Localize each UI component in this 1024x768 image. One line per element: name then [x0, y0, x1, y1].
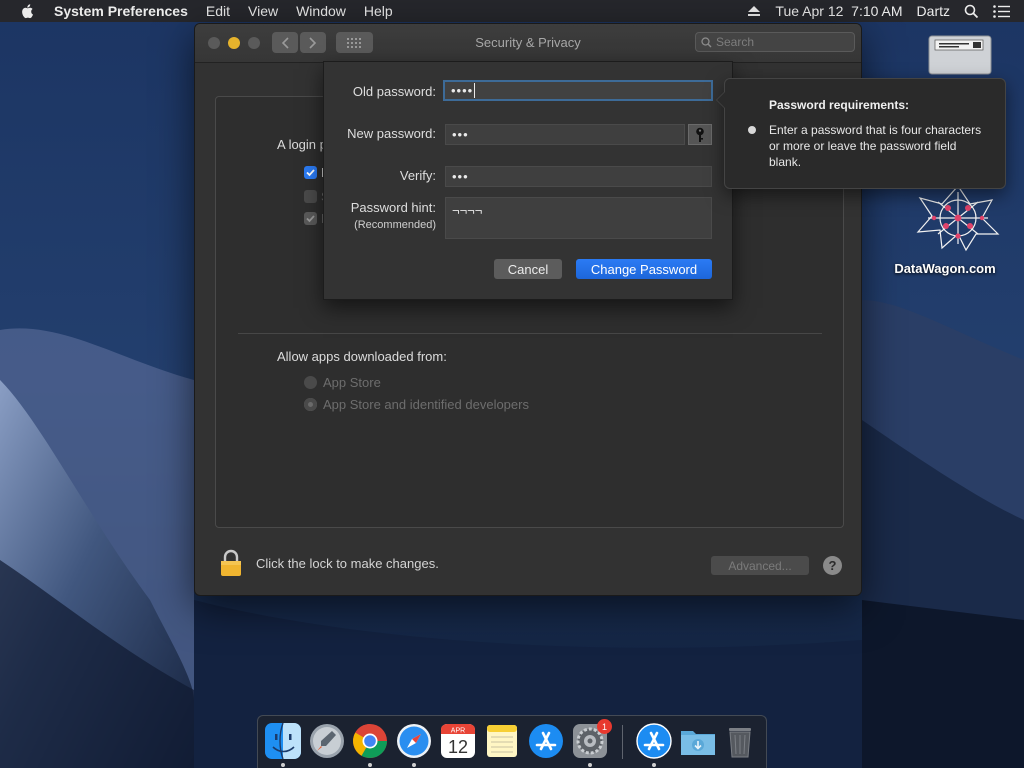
disable-autologin-checkbox[interactable] [304, 212, 317, 225]
app-store-downloads-icon[interactable] [635, 722, 673, 760]
section-divider [238, 333, 822, 334]
spotlight-search-icon[interactable] [964, 4, 979, 19]
password-assistant-button[interactable] [688, 124, 712, 145]
require-password-checkbox[interactable] [304, 166, 317, 179]
radio-dot [304, 376, 317, 389]
verify-label: Verify: [399, 168, 436, 183]
checkmark-icon [306, 215, 315, 223]
help-button[interactable]: ? [823, 556, 842, 575]
calendar-icon[interactable]: APR 12 [439, 722, 477, 760]
finder-icon[interactable] [264, 722, 302, 760]
search-input[interactable] [712, 35, 836, 49]
menu-help[interactable]: Help [364, 3, 393, 19]
finder-running-indicator [281, 763, 285, 767]
menu-app-name[interactable]: System Preferences [54, 3, 188, 19]
verify-field[interactable]: ••• [445, 166, 712, 187]
radio-dot-selected [304, 398, 317, 411]
key-icon [696, 127, 704, 142]
menu-bar: System Preferences Edit View Window Help… [0, 0, 1024, 22]
safari-icon[interactable] [395, 722, 433, 760]
chrome-icon[interactable] [351, 722, 389, 760]
checkmark-icon [306, 169, 315, 177]
calendar-day: 12 [448, 737, 468, 757]
lock-row: Click the lock to make changes. [219, 549, 439, 577]
window-titlebar[interactable]: Security & Privacy [195, 24, 861, 63]
system-preferences-running-indicator [588, 763, 592, 767]
app-store-downloads-running-indicator [652, 763, 656, 767]
badge-count: 1 [601, 721, 607, 732]
allow-apps-label: Allow apps downloaded from: [277, 349, 447, 364]
notification-center-icon[interactable] [993, 4, 1010, 18]
radio-app-store-identified[interactable]: App Store and identified developers [304, 397, 529, 412]
dock: APR 12 1 [257, 715, 767, 768]
dock-separator [622, 725, 623, 759]
show-message-checkbox[interactable] [304, 190, 317, 203]
app-store-icon[interactable] [527, 722, 565, 760]
chrome-running-indicator [368, 763, 372, 767]
change-password-button[interactable]: Change Password [576, 259, 712, 279]
popover-requirement-text: Enter a password that is four characters… [769, 123, 982, 169]
old-password-label: Old password: [352, 84, 436, 99]
datawagon-icon-label: DataWagon.com [894, 261, 996, 276]
downloads-folder-icon[interactable] [679, 722, 717, 760]
menu-view[interactable]: View [248, 3, 278, 19]
new-password-field[interactable]: ••• [445, 124, 685, 145]
system-preferences-badge: 1 [597, 719, 612, 734]
new-password-value: ••• [452, 127, 469, 142]
text-cursor [474, 83, 476, 98]
hard-drive-icon[interactable] [927, 34, 993, 76]
eject-icon[interactable] [747, 5, 761, 17]
radio-app-store-label: App Store [323, 375, 381, 390]
popover-arrow-inner [717, 91, 726, 109]
menubar-clock[interactable]: Tue Apr 12 7:10 AM [775, 3, 902, 19]
password-hint-sublabel: (Recommended) [354, 219, 436, 231]
old-password-field[interactable]: •••• [443, 80, 713, 101]
radio-app-store[interactable]: App Store [304, 375, 381, 390]
login-password-label: A login p [277, 137, 327, 152]
menubar-user[interactable]: Dartz [917, 3, 950, 19]
apple-logo-icon[interactable] [20, 3, 36, 19]
cancel-button[interactable]: Cancel [494, 259, 562, 279]
menu-edit[interactable]: Edit [206, 3, 230, 19]
bullet-icon [748, 126, 756, 134]
notes-icon[interactable] [483, 722, 521, 760]
popover-title: Password requirements: [769, 98, 910, 112]
lock-icon[interactable] [219, 549, 243, 577]
menu-window[interactable]: Window [296, 3, 346, 19]
safari-running-indicator [412, 763, 416, 767]
new-password-label: New password: [347, 126, 436, 141]
lock-message: Click the lock to make changes. [256, 555, 439, 571]
radio-app-store-identified-label: App Store and identified developers [323, 397, 529, 412]
advanced-button[interactable]: Advanced... [711, 556, 809, 575]
change-password-sheet: Old password: •••• New password: ••• Ver… [323, 61, 733, 300]
password-hint-label: Password hint: [350, 200, 436, 215]
old-password-value: •••• [451, 83, 474, 98]
trash-icon[interactable] [721, 722, 759, 760]
search-field[interactable] [695, 32, 855, 52]
password-hint-value: ¬¬¬¬ [452, 203, 483, 218]
password-requirements-popover: Password requirements: Enter a password … [716, 78, 1006, 189]
search-icon [701, 36, 712, 47]
datawagon-logo-icon[interactable] [908, 182, 1008, 252]
password-hint-field[interactable]: ¬¬¬¬ [445, 197, 712, 239]
verify-value: ••• [452, 169, 469, 184]
calendar-month: APR [451, 728, 465, 735]
launchpad-icon[interactable] [308, 722, 346, 760]
